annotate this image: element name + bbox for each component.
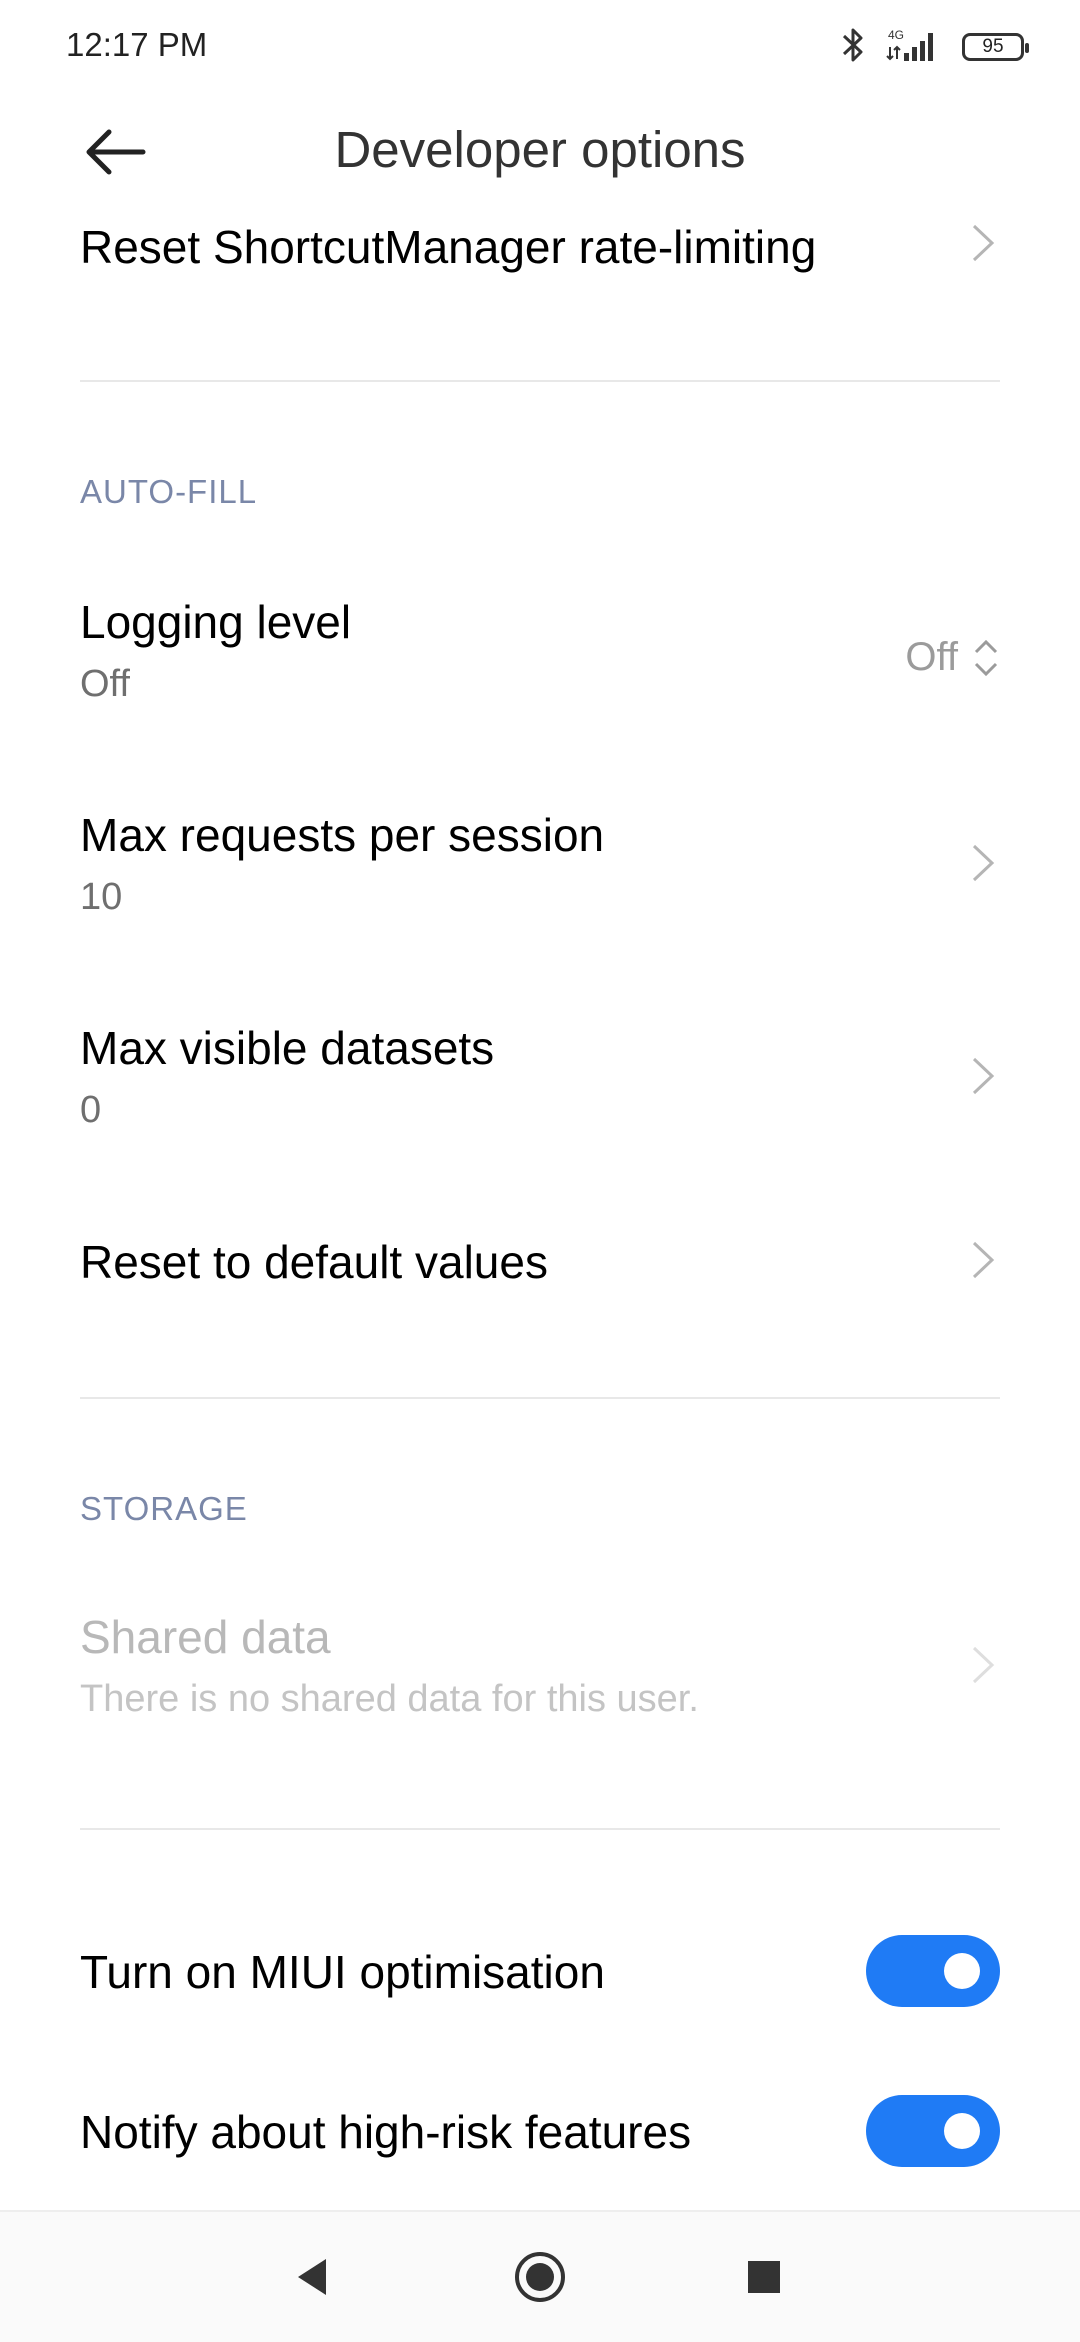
chevron-right-icon xyxy=(972,224,995,262)
item-title: Shared data xyxy=(80,1611,331,1663)
nav-back-icon xyxy=(298,2259,326,2295)
item-title: Reset ShortcutManager rate-limiting xyxy=(80,221,817,273)
divider xyxy=(80,1828,1000,1830)
battery-level: 95 xyxy=(982,36,1004,57)
chevron-right-icon xyxy=(972,1646,995,1684)
navigation-bar xyxy=(0,2210,1080,2342)
network-type-label: 4G xyxy=(888,28,904,42)
chevron-up-down-icon xyxy=(974,639,998,676)
page-title: Developer options xyxy=(334,121,746,178)
item-title: Max requests per session xyxy=(80,809,605,861)
miui-optimisation-toggle[interactable] xyxy=(866,1935,1000,2007)
item-title: Max visible datasets xyxy=(80,1022,495,1074)
nav-home-button[interactable] xyxy=(500,2242,580,2312)
reset-default-values-item[interactable]: Reset to default values xyxy=(80,1235,1000,1315)
signal-icon: 4G xyxy=(884,25,944,70)
app-bar: Developer options xyxy=(0,90,1080,215)
item-title: Logging level xyxy=(80,596,352,648)
shared-data-item: Shared data There is no shared data for … xyxy=(80,1610,1000,1730)
reset-shortcutmanager-item[interactable]: Reset ShortcutManager rate-limiting xyxy=(80,220,1000,300)
nav-home-icon xyxy=(515,2252,565,2302)
nav-back-button[interactable] xyxy=(272,2242,352,2312)
miui-optimisation-item[interactable]: Turn on MIUI optimisation xyxy=(80,1935,1000,2025)
item-subtitle: There is no shared data for this user. xyxy=(80,1678,699,1720)
bluetooth-icon xyxy=(840,25,866,70)
chevron-right-icon xyxy=(972,1241,995,1279)
logging-level-dropdown[interactable]: Off xyxy=(905,635,1000,680)
chevron-right-icon xyxy=(972,1057,995,1095)
divider xyxy=(80,380,1000,382)
status-bar: 12:17 PM 4G 95 xyxy=(0,0,1080,90)
item-title: Notify about high-risk features xyxy=(80,2106,692,2158)
section-header-storage: STORAGE xyxy=(80,1490,248,1527)
divider xyxy=(80,1397,1000,1399)
status-icons: 4G 95 xyxy=(840,22,1029,72)
status-time: 12:17 PM xyxy=(66,26,208,63)
high-risk-features-toggle[interactable] xyxy=(866,2095,1000,2167)
nav-recents-icon xyxy=(748,2261,780,2293)
toggle-knob xyxy=(944,2113,980,2149)
chevron-right-icon xyxy=(972,844,995,882)
dropdown-value: Off xyxy=(905,635,958,679)
max-requests-item[interactable]: Max requests per session 10 xyxy=(80,808,1000,928)
item-subtitle: 0 xyxy=(80,1089,102,1131)
max-visible-datasets-item[interactable]: Max visible datasets 0 xyxy=(80,1021,1000,1141)
high-risk-features-item[interactable]: Notify about high-risk features xyxy=(80,2095,1000,2185)
section-header-autofill: AUTO-FILL xyxy=(80,473,258,510)
nav-recents-button[interactable] xyxy=(724,2242,804,2312)
settings-list[interactable]: Reset ShortcutManager rate-limiting AUTO… xyxy=(0,200,1080,2210)
item-title: Reset to default values xyxy=(80,1236,548,1288)
item-subtitle: Off xyxy=(80,663,130,705)
item-title: Turn on MIUI optimisation xyxy=(80,1946,605,1998)
item-subtitle: 10 xyxy=(80,876,123,918)
logging-level-item[interactable]: Logging level Off Off xyxy=(80,595,1000,715)
battery-icon: 95 xyxy=(962,33,1029,61)
toggle-knob xyxy=(944,1953,980,1989)
